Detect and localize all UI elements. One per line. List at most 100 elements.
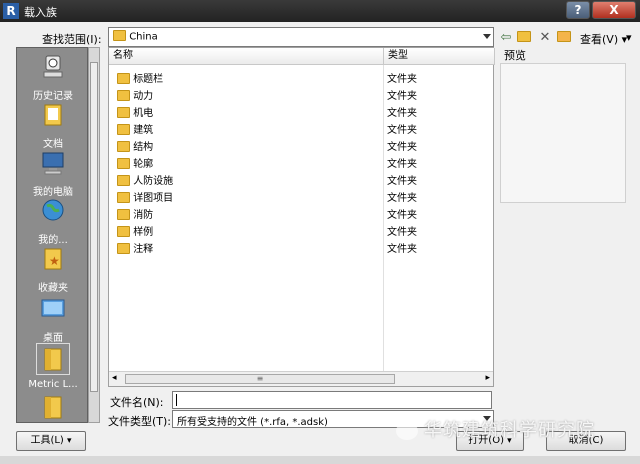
place-label: 文档 (43, 139, 63, 150)
folder-icon (117, 225, 130, 237)
list-item[interactable]: 机电 文件夹 (109, 102, 493, 119)
file-name-text: 样例 (133, 227, 154, 238)
watermark-text: 华筑建筑科学研究院 (424, 420, 595, 441)
list-item[interactable]: 动力 文件夹 (109, 85, 493, 102)
file-name: 人防设施 (117, 172, 173, 187)
file-name: 机电 (117, 104, 153, 119)
scroll-right-icon[interactable]: ▸ (485, 373, 490, 383)
lookin-value: China (129, 31, 158, 43)
sidebar-scrollbar[interactable] (88, 47, 100, 423)
file-type: 文件夹 (387, 142, 417, 153)
place-my-computer[interactable]: 我的电脑 (17, 150, 87, 198)
tools-button[interactable]: 工具(L) ▾ (16, 431, 86, 451)
favorites-icon: ★ (44, 248, 62, 270)
folder-icon (117, 174, 130, 186)
folder-icon (117, 89, 130, 101)
folder-icon (117, 72, 130, 84)
network-icon (42, 199, 64, 221)
place-documents[interactable]: 文档 (17, 102, 87, 150)
column-header-type[interactable]: 类型 (384, 48, 495, 65)
file-type: 文件夹 (387, 210, 417, 221)
new-folder-icon[interactable] (556, 30, 572, 46)
list-item[interactable]: 注释 文件夹 (109, 238, 493, 255)
file-type: 文件夹 (387, 108, 417, 119)
folder-icon (36, 343, 70, 375)
documents-icon (44, 104, 62, 126)
delete-icon[interactable]: ✕ (537, 30, 553, 46)
place-history[interactable]: 历史记录 (17, 54, 87, 102)
close-button[interactable]: X (592, 1, 636, 19)
up-folder-icon[interactable] (516, 30, 532, 46)
svg-text:★: ★ (49, 254, 60, 268)
column-header-name[interactable]: 名称 (109, 48, 384, 65)
place-favorites[interactable]: ★ 收藏夹 (17, 246, 87, 294)
place-label: 桌面 (43, 333, 63, 344)
views-menu[interactable]: 查看(V) ▾ (580, 31, 627, 47)
list-item[interactable]: 结构 文件夹 (109, 136, 493, 153)
file-name: 详图项目 (117, 189, 173, 204)
file-name: 动力 (117, 87, 153, 102)
place-label: 收藏夹 (38, 283, 68, 294)
list-item[interactable]: 消防 文件夹 (109, 204, 493, 221)
history-icon (43, 55, 63, 78)
chevron-down-icon (483, 34, 491, 39)
file-name: 轮廓 (117, 155, 153, 170)
file-type: 文件夹 (387, 125, 417, 136)
folder-icon (113, 30, 126, 41)
file-name-text: 轮廓 (133, 159, 154, 170)
scrollbar-thumb[interactable]: ≡ (125, 374, 395, 384)
preview-label: 预览 (504, 49, 526, 62)
horizontal-scrollbar[interactable]: ◂ ≡ ▸ (109, 371, 493, 386)
views-label: 查看(V) (580, 33, 619, 46)
file-name: 样例 (117, 223, 153, 238)
file-name: 标题栏 (117, 70, 163, 85)
file-type: 文件夹 (387, 176, 417, 187)
list-item[interactable]: 轮廓 文件夹 (109, 153, 493, 170)
file-name-text: 机电 (133, 108, 154, 119)
help-button[interactable]: ? (566, 1, 590, 19)
filename-label: 文件名(N): (110, 396, 164, 409)
folder-icon (117, 157, 130, 169)
list-item[interactable]: 详图项目 文件夹 (109, 187, 493, 204)
preview-pane: 预览 (500, 47, 626, 387)
list-item[interactable]: 人防设施 文件夹 (109, 170, 493, 187)
folder-icon (117, 106, 130, 118)
filename-input[interactable] (172, 391, 492, 409)
place-label: 历史记录 (33, 91, 73, 102)
computer-icon (42, 152, 64, 175)
window-title: 载入族 (24, 6, 57, 19)
file-name-text: 标题栏 (133, 74, 164, 85)
file-type: 文件夹 (387, 244, 417, 255)
desktop-icon (41, 299, 65, 317)
folder-icon (117, 242, 130, 254)
lookin-label: 查找范围(I): (42, 33, 102, 46)
wechat-logo-icon (396, 422, 418, 440)
lookin-dropdown[interactable]: China (108, 27, 494, 47)
folder-icon (44, 396, 62, 419)
place-label: Metric L... (28, 379, 78, 390)
folder-icon (117, 208, 130, 220)
file-type: 文件夹 (387, 159, 417, 170)
list-item[interactable]: 样例 文件夹 (109, 221, 493, 238)
file-name-text: 注释 (133, 244, 154, 255)
file-type: 文件夹 (387, 227, 417, 238)
place-metric-library[interactable]: Metric L... (17, 343, 87, 390)
preview-box (500, 63, 626, 203)
place-folder-extra[interactable] (17, 394, 87, 422)
file-name-text: 详图项目 (133, 193, 174, 204)
list-item[interactable]: 标题栏 文件夹 (109, 68, 493, 85)
place-label: 我的... (38, 235, 68, 246)
views-dropdown-arrow[interactable]: ▾ (626, 31, 632, 44)
place-desktop[interactable]: 桌面 (17, 296, 87, 344)
file-name: 注释 (117, 240, 153, 255)
text-caret (176, 394, 177, 406)
places-sidebar: 历史记录 文档 我的电脑 我的... ★ 收藏夹 桌面 Metric L... (16, 47, 88, 423)
chevron-down-icon: ▾ (67, 436, 72, 446)
place-my-network[interactable]: 我的... (17, 198, 87, 246)
scroll-left-icon[interactable]: ◂ (112, 373, 117, 383)
folder-icon (117, 191, 130, 203)
file-name-text: 建筑 (133, 125, 154, 136)
scrollbar-thumb[interactable] (90, 62, 98, 392)
back-icon[interactable]: ⇦ (498, 30, 514, 46)
list-item[interactable]: 建筑 文件夹 (109, 119, 493, 136)
